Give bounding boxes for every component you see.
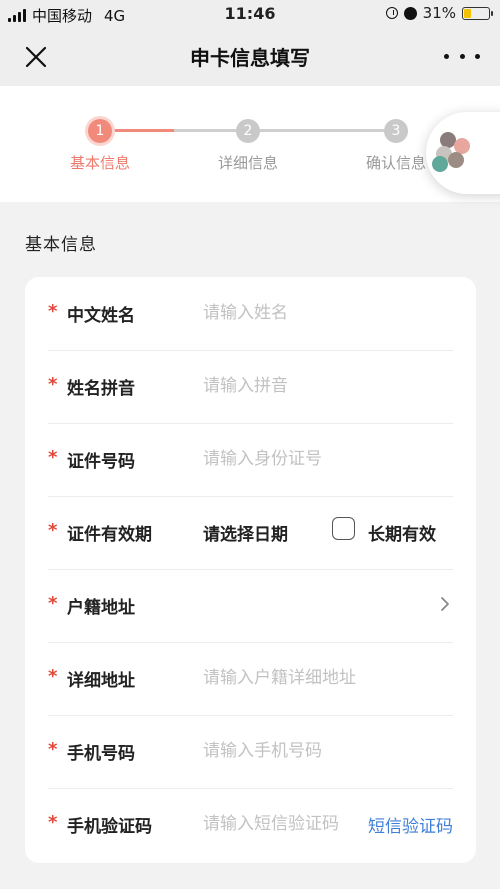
form-row-id-validity: * 证件有效期 请选择日期 长期有效 [48, 496, 453, 570]
name-input[interactable] [203, 300, 453, 326]
step-2-label: 详细信息 [217, 154, 278, 172]
page-title: 申卡信息填写 [190, 46, 310, 70]
required-mark: * [48, 374, 58, 395]
step-1-circle: 1 [88, 119, 112, 143]
get-sms-code-link[interactable]: 短信验证码 [368, 812, 453, 837]
sms-code-label: 手机验证码 [67, 817, 152, 837]
form-row-detail-address: * 详细地址 [48, 642, 453, 716]
step-line [260, 129, 384, 132]
pinyin-input[interactable] [203, 373, 453, 399]
detail-address-label: 详细地址 [67, 671, 135, 691]
floating-menu-button[interactable] [426, 112, 500, 194]
step-2-circle: 2 [236, 119, 260, 143]
long-term-label[interactable]: 长期有效 [368, 520, 436, 545]
form-row-pinyin: * 姓名拼音 [48, 350, 453, 424]
step-3-circle: 3 [384, 119, 408, 143]
battery-percent: 31% [422, 4, 456, 22]
alarm-icon [403, 6, 417, 20]
required-mark: * [48, 666, 58, 687]
required-mark: * [48, 593, 58, 614]
more-button[interactable] [444, 44, 480, 68]
detail-address-input[interactable] [203, 665, 453, 691]
form-row-sms-code: * 手机验证码 短信验证码 [48, 788, 453, 861]
step-1-label: 基本信息 [69, 154, 130, 172]
required-mark: * [48, 812, 58, 833]
phone-input[interactable] [203, 738, 453, 764]
step-line [174, 129, 236, 132]
section-title: 基本信息 [25, 235, 97, 255]
progress-steps: 1 2 3 基本信息 详细信息 确认信息 [0, 86, 500, 202]
form-row-name: * 中文姓名 [48, 277, 453, 351]
required-mark: * [48, 447, 58, 468]
battery-icon [462, 6, 493, 20]
address-label: 户籍地址 [67, 598, 135, 618]
form-card: * 中文姓名 * 姓名拼音 * 证件号码 * 证件有效期 请选择日期 长期有效 … [25, 277, 476, 863]
status-bar: 中国移动 4G 11:46 31% [0, 0, 500, 28]
form-row-phone: * 手机号码 [48, 715, 453, 789]
more-icon [444, 53, 449, 59]
required-mark: * [48, 520, 58, 541]
required-mark: * [48, 739, 58, 760]
id-validity-label: 证件有效期 [67, 525, 152, 545]
form-row-address[interactable]: * 户籍地址 [48, 569, 453, 643]
form-row-id-number: * 证件号码 [48, 423, 453, 497]
id-number-input[interactable] [203, 446, 453, 472]
id-number-label: 证件号码 [67, 452, 135, 472]
step-line-done [112, 129, 174, 132]
required-mark: * [48, 301, 58, 322]
name-label: 中文姓名 [67, 306, 135, 326]
pinyin-label: 姓名拼音 [67, 379, 135, 399]
date-picker[interactable]: 请选择日期 [203, 520, 288, 545]
phone-label: 手机号码 [67, 744, 135, 764]
sms-code-input[interactable] [203, 811, 353, 837]
status-right: 31% [385, 4, 493, 22]
long-term-checkbox[interactable] [332, 517, 355, 540]
nav-bar: 申卡信息填写 [0, 28, 500, 86]
chevron-right-icon[interactable] [439, 595, 451, 613]
rotation-lock-icon [385, 7, 398, 19]
